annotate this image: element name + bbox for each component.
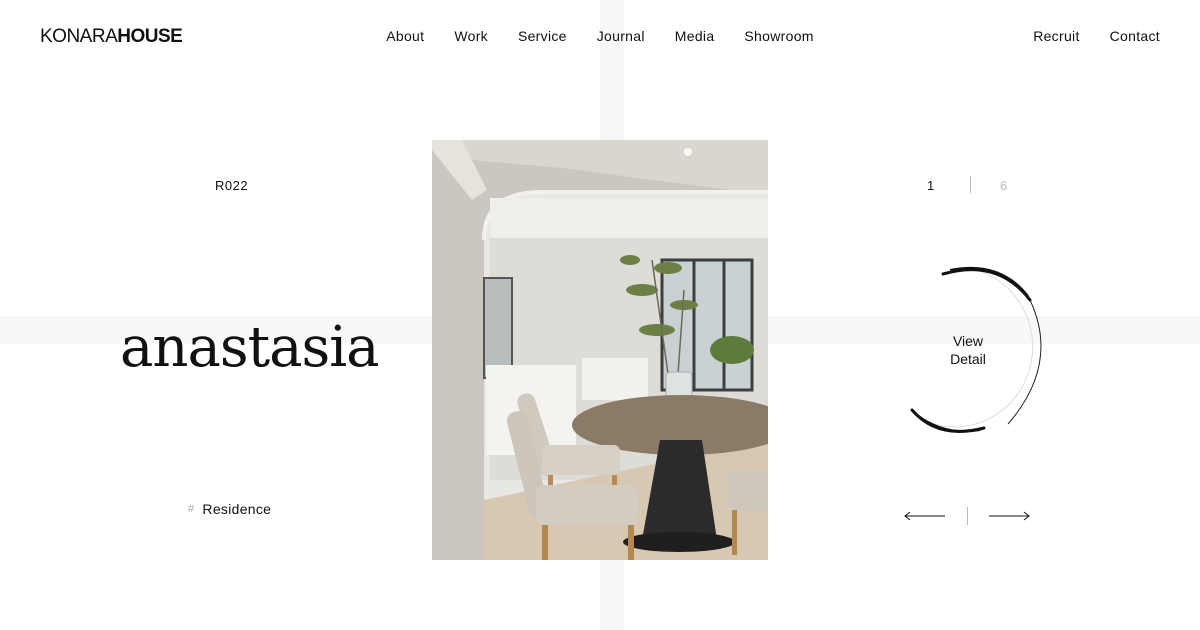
nav-item-media[interactable]: Media [675, 28, 715, 44]
nav-item-journal[interactable]: Journal [597, 28, 645, 44]
pager-total: 6 [1000, 178, 1008, 193]
view-detail-button[interactable]: View Detail [888, 264, 1048, 434]
hash-icon: # [188, 503, 195, 515]
arrow-left-icon [904, 511, 945, 521]
pager-current: 1 [927, 178, 935, 193]
view-detail-line1: View [952, 333, 984, 349]
project-category[interactable]: # Residence [188, 501, 271, 517]
slide-controls [900, 505, 1035, 527]
slide-pager: 1 6 [900, 176, 1030, 194]
view-detail-label: View Detail [888, 332, 1048, 368]
nav-item-recruit[interactable]: Recruit [1033, 28, 1079, 44]
project-photo[interactable] [432, 140, 768, 560]
nav-item-work[interactable]: Work [454, 28, 488, 44]
project-code: R022 [215, 178, 249, 193]
nav-item-showroom[interactable]: Showroom [744, 28, 813, 44]
nav-item-service[interactable]: Service [518, 28, 567, 44]
main-nav: About Work Service Journal Media Showroo… [0, 28, 1200, 44]
nav-item-about[interactable]: About [386, 28, 424, 44]
view-detail-line2: Detail [950, 351, 986, 367]
category-label: Residence [202, 501, 272, 517]
pager-divider [970, 176, 971, 193]
project-title: anastasia [120, 315, 380, 380]
next-slide-button[interactable] [987, 505, 1031, 527]
secondary-nav: Recruit Contact [1033, 28, 1160, 44]
slide-controls-divider [967, 507, 968, 525]
arrow-right-icon [989, 511, 1030, 521]
nav-item-contact[interactable]: Contact [1110, 28, 1160, 44]
prev-slide-button[interactable] [903, 505, 947, 527]
